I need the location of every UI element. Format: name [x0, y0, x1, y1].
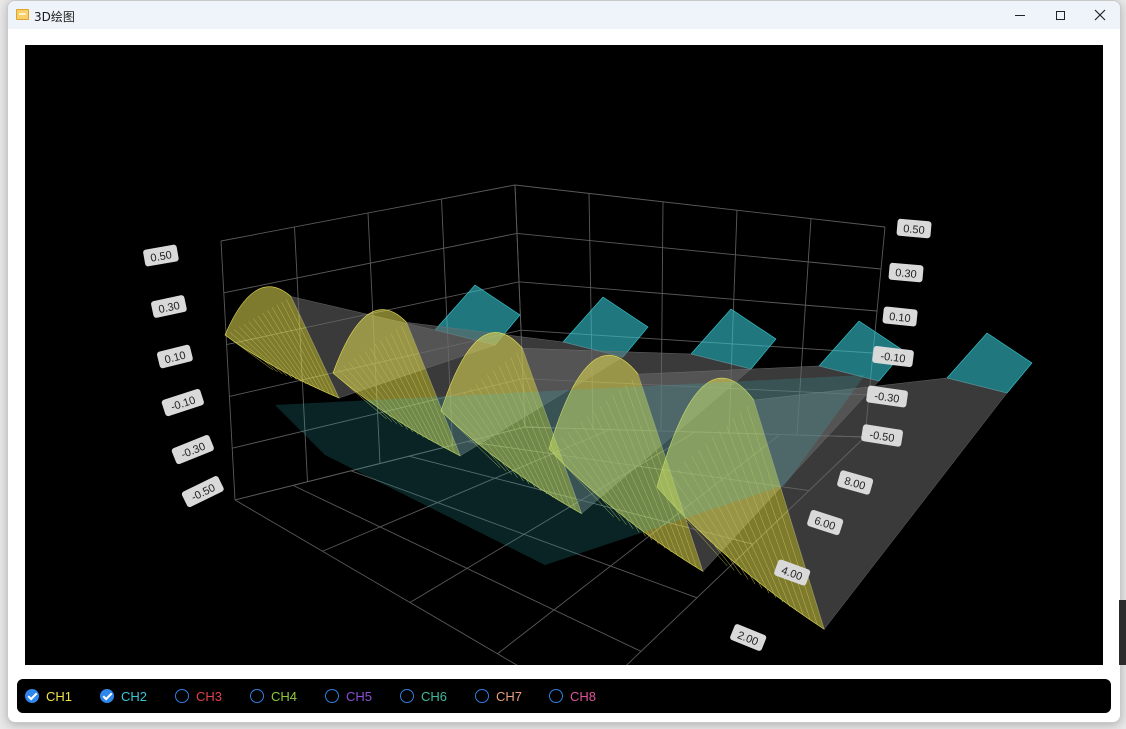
z-tick-right: 0.30	[888, 262, 924, 283]
maximize-button[interactable]	[1040, 1, 1080, 29]
title-bar[interactable]: 3D绘图	[8, 1, 1120, 29]
z-tick-right: 0.10	[882, 306, 918, 327]
channel-toggle-ch3[interactable]: CH3	[175, 687, 222, 705]
back-wall-gridline	[518, 281, 878, 312]
tick-label-text: 0.30	[895, 267, 917, 281]
left-wall-vertical	[220, 240, 236, 501]
circle-icon[interactable]	[475, 689, 489, 703]
tick-label-text: 0.10	[889, 311, 912, 325]
z-tick-left: 0.50	[143, 244, 179, 267]
channel-label: CH1	[46, 688, 73, 704]
circle-icon[interactable]	[400, 689, 414, 703]
channel-toggle-ch4[interactable]: CH4	[250, 687, 297, 705]
back-wall-gridline	[514, 184, 886, 228]
circle-icon[interactable]	[549, 689, 563, 703]
app-icon	[16, 9, 29, 20]
close-icon	[1094, 9, 1106, 21]
channel-label: CH3	[196, 688, 223, 704]
circle-icon[interactable]	[250, 689, 264, 703]
check-circle-icon[interactable]	[25, 689, 39, 703]
channel-toggle-ch8[interactable]: CH8	[549, 687, 596, 705]
minimize-button[interactable]	[1000, 1, 1040, 29]
tick-label-text: 0.50	[903, 223, 925, 237]
channel-legend: CH1 CH2 CH3 CH4 CH5 CH6 CH7 CH8	[17, 679, 1111, 713]
channel-label: CH5	[346, 688, 373, 704]
channel-toggle-ch1[interactable]: CH1	[25, 687, 72, 705]
z-tick-left: 0.10	[156, 344, 193, 369]
z-tick-left: 0.30	[151, 295, 187, 318]
background-edge	[1119, 600, 1126, 665]
channel-toggle-ch7[interactable]: CH7	[475, 687, 522, 705]
maximize-icon	[1055, 10, 1065, 20]
surface-ridges	[224, 284, 1033, 630]
channel-label: CH7	[496, 688, 523, 704]
z-tick-left: -0.50	[181, 476, 224, 508]
back-wall-gridline	[516, 232, 882, 270]
window-title: 3D绘图	[34, 10, 75, 24]
z-tick-left: -0.30	[171, 434, 214, 465]
depth-tick: 2.00	[730, 624, 767, 651]
z-tick-right: 0.50	[896, 218, 932, 239]
channel-toggle-ch5[interactable]: CH5	[325, 687, 372, 705]
circle-icon[interactable]	[175, 689, 189, 703]
minimize-icon	[1015, 14, 1025, 16]
channel-label: CH4	[271, 688, 298, 704]
z-tick-left: -0.10	[161, 388, 204, 417]
close-button[interactable]	[1080, 1, 1120, 29]
surface-chart-svg[interactable]: 0.500.300.10-0.10-0.30-0.500.500.300.10-…	[25, 45, 1103, 665]
check-circle-icon[interactable]	[100, 689, 114, 703]
channel-label: CH6	[421, 688, 448, 704]
chart-3d-plot[interactable]: 0.50 0.30 0.10 -0.10 -0.30 -0.50 0.50 0.30 0.10-…	[25, 45, 1103, 665]
channel-label: CH2	[121, 688, 148, 704]
circle-icon[interactable]	[325, 689, 339, 703]
channel-toggle-ch2[interactable]: CH2	[100, 687, 147, 705]
channel-label: CH8	[570, 688, 597, 704]
channel-toggle-ch6[interactable]: CH6	[400, 687, 447, 705]
app-window: 3D绘图 0.50 0.30 0.10 -0.10 -0.30 -0.50 0.50 0.30…	[7, 0, 1121, 723]
